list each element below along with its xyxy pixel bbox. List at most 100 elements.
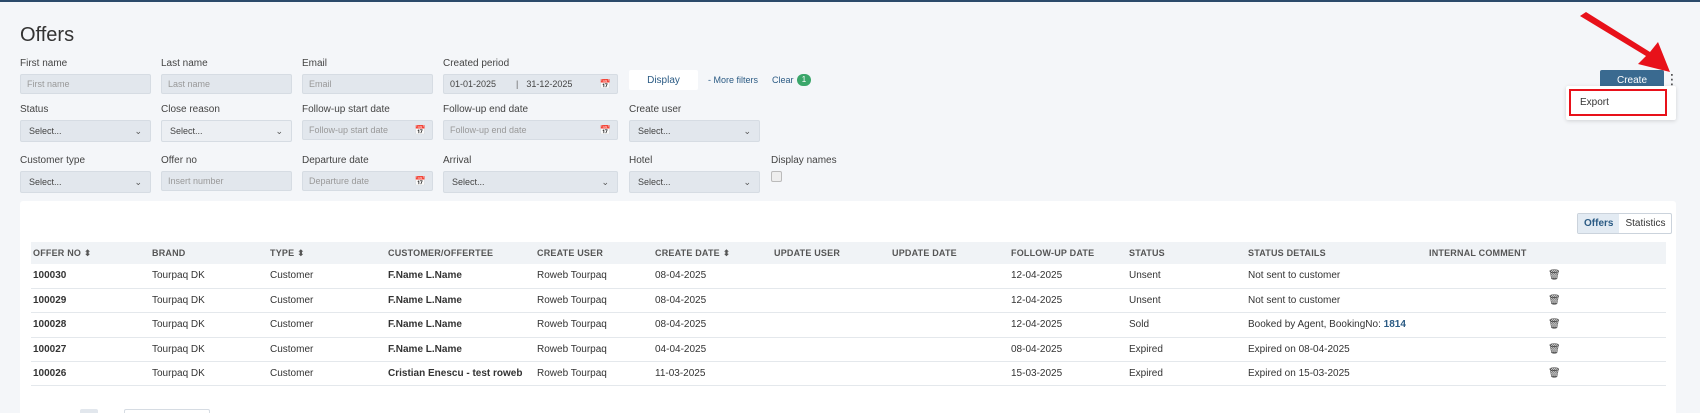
customer-type-select[interactable]: Select... ⌄ <box>20 171 151 193</box>
annotation-arrow-icon <box>1580 12 1670 72</box>
departure-date-filter: Departure date Departure date 📅 <box>302 155 433 191</box>
internal-comment-cell <box>1427 288 1546 314</box>
type-cell: Customer <box>268 312 386 338</box>
column-header-offer-no[interactable]: OFFER NO ⬍ <box>31 242 150 264</box>
customer-link[interactable]: F.Name L.Name <box>386 312 535 338</box>
type-cell: Customer <box>268 288 386 314</box>
tab-offers[interactable]: Offers <box>1578 214 1620 233</box>
offer-no-input[interactable]: Insert number <box>161 171 292 191</box>
type-cell: Customer <box>268 361 386 387</box>
followup-start-placeholder: Follow-up start date <box>309 125 389 135</box>
create-date-cell: 08-04-2025 <box>653 288 772 314</box>
delete-icon[interactable]: 🗑 <box>1546 361 1666 387</box>
followup-end-input[interactable]: Follow-up end date 📅 <box>443 120 618 140</box>
table-row: 100030 Tourpaq DK Customer F.Name L.Name… <box>31 264 1666 289</box>
delete-icon[interactable]: 🗑 <box>1546 312 1666 338</box>
booking-link[interactable]: 1814 <box>1384 319 1406 330</box>
status-value: Select... <box>29 126 62 136</box>
pagination-page-button[interactable] <box>80 409 98 413</box>
last-name-label: Last name <box>161 58 208 69</box>
calendar-icon[interactable]: 📅 <box>600 121 611 139</box>
created-period-input[interactable]: 01-01-2025 | 31-12-2025 📅 <box>443 74 618 94</box>
created-period-label: Created period <box>443 58 510 69</box>
delete-icon[interactable]: 🗑 <box>1546 337 1666 363</box>
page-size-select[interactable] <box>124 409 210 413</box>
clear-filters-link[interactable]: Clear <box>772 75 794 85</box>
customer-link[interactable]: F.Name L.Name <box>386 337 535 363</box>
more-filters-link[interactable]: - More filters <box>708 75 758 85</box>
first-name-input[interactable]: First name <box>20 74 151 94</box>
status-label: Status <box>20 104 49 115</box>
arrival-select[interactable]: Select... ⌄ <box>443 171 618 193</box>
offer-no-link[interactable]: 100028 <box>31 312 150 338</box>
status-details-text: Expired on 08-04-2025 <box>1248 343 1350 355</box>
delete-icon[interactable]: 🗑 <box>1546 288 1666 314</box>
customer-type-label: Customer type <box>20 155 86 166</box>
create-user-cell: Roweb Tourpaq <box>535 264 653 289</box>
followup-end-placeholder: Follow-up end date <box>450 125 527 135</box>
followup-date-cell: 12-04-2025 <box>1009 288 1127 314</box>
status-cell: Expired <box>1127 337 1246 363</box>
page-title: Offers <box>20 24 75 46</box>
tab-statistics[interactable]: Statistics <box>1619 214 1671 233</box>
calendar-icon[interactable]: 📅 <box>600 75 611 93</box>
offer-no-link[interactable]: 100026 <box>31 361 150 387</box>
close-reason-value: Select... <box>170 126 203 136</box>
column-header-create-date[interactable]: CREATE DATE ⬍ <box>653 242 772 264</box>
create-user-cell: Roweb Tourpaq <box>535 337 653 363</box>
export-menu-item[interactable]: Export <box>1569 89 1667 116</box>
view-tabs: Offers Statistics <box>1577 213 1673 234</box>
calendar-icon[interactable]: 📅 <box>415 172 426 190</box>
offer-no-filter: Offer no Insert number <box>161 155 292 191</box>
status-select[interactable]: Select... ⌄ <box>20 120 151 142</box>
customer-link[interactable]: F.Name L.Name <box>386 288 535 314</box>
offer-no-link[interactable]: 100027 <box>31 337 150 363</box>
email-input[interactable]: Email <box>302 74 433 94</box>
brand-cell: Tourpaq DK <box>150 312 268 338</box>
followup-start-input[interactable]: Follow-up start date 📅 <box>302 120 433 140</box>
departure-date-label: Departure date <box>302 155 369 166</box>
table-row: 100026 Tourpaq DK Customer Cristian Enes… <box>31 361 1666 387</box>
customer-link[interactable]: Cristian Enescu - test roweb <box>386 361 535 387</box>
type-cell: Customer <box>268 264 386 289</box>
chevron-down-icon: ⌄ <box>743 177 751 187</box>
arrival-label: Arrival <box>443 155 472 166</box>
status-details-text: Booked by Agent, BookingNo: <box>1248 319 1384 331</box>
status-cell: Unsent <box>1127 264 1246 289</box>
last-name-input[interactable]: Last name <box>161 74 292 94</box>
internal-comment-cell <box>1427 337 1546 363</box>
followup-date-cell: 08-04-2025 <box>1009 337 1127 363</box>
chevron-down-icon: ⌄ <box>134 177 142 187</box>
create-user-select[interactable]: Select... ⌄ <box>629 120 760 142</box>
create-user-value: Select... <box>638 126 671 136</box>
close-reason-select[interactable]: Select... ⌄ <box>161 120 292 142</box>
offer-no-link[interactable]: 100030 <box>31 264 150 289</box>
close-reason-filter: Close reason Select... ⌄ <box>161 104 292 142</box>
delete-icon[interactable]: 🗑 <box>1546 264 1666 289</box>
status-details-text: Not sent to customer <box>1248 270 1341 282</box>
update-user-cell <box>772 288 890 314</box>
hotel-filter: Hotel Select... ⌄ <box>629 155 760 193</box>
display-names-filter: Display names <box>771 155 871 171</box>
calendar-icon[interactable]: 📅 <box>415 121 426 139</box>
departure-date-input[interactable]: Departure date 📅 <box>302 171 433 191</box>
customer-link[interactable]: F.Name L.Name <box>386 264 535 289</box>
column-header-status: STATUS <box>1127 242 1246 264</box>
create-date-cell: 04-04-2025 <box>653 337 772 363</box>
brand-cell: Tourpaq DK <box>150 288 268 314</box>
chevron-down-icon: ⌄ <box>743 126 751 136</box>
status-filter: Status Select... ⌄ <box>20 104 151 142</box>
column-header-update-date: UPDATE DATE <box>890 242 1009 264</box>
display-names-checkbox[interactable] <box>771 171 782 182</box>
display-button[interactable]: Display <box>629 70 698 90</box>
offer-no-link[interactable]: 100029 <box>31 288 150 314</box>
close-reason-label: Close reason <box>161 104 220 115</box>
followup-date-cell: 12-04-2025 <box>1009 312 1127 338</box>
create-user-cell: Roweb Tourpaq <box>535 288 653 314</box>
column-header-type[interactable]: TYPE ⬍ <box>268 242 386 264</box>
chevron-down-icon: ⌄ <box>134 126 142 136</box>
hotel-select[interactable]: Select... ⌄ <box>629 171 760 193</box>
created-period-filter: Created period 01-01-2025 | 31-12-2025 📅 <box>443 58 618 94</box>
arrival-filter: Arrival Select... ⌄ <box>443 155 618 193</box>
customer-type-value: Select... <box>29 177 62 187</box>
